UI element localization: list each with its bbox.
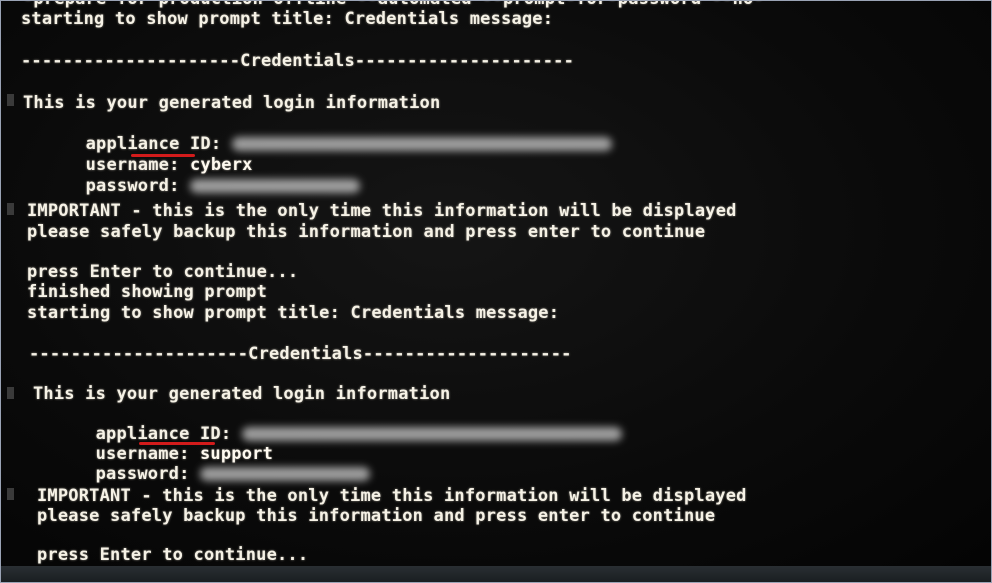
backup-notice: please safely backup this information an… — [27, 222, 706, 242]
press-enter-line: press Enter to continue... — [27, 262, 299, 282]
redacted-password-2 — [199, 467, 370, 481]
password-label: password: — [85, 176, 190, 196]
line-marker — [7, 488, 14, 500]
line-marker — [7, 387, 14, 399]
monitor-bezel — [1, 566, 991, 582]
credentials-separator: ---------------------Credentials--------… — [21, 51, 575, 71]
line-marker — [7, 203, 14, 215]
status-line-2: starting to show prompt title: Credentia… — [27, 303, 560, 323]
info-heading-2: This is your generated login information — [33, 384, 451, 404]
photo-frame: -prepare for production offline --automa… — [0, 0, 992, 583]
press-enter-line-2: press Enter to continue... — [37, 545, 309, 565]
password-label-2: password: — [95, 464, 200, 484]
status-line: starting to show prompt title: Credentia… — [21, 9, 554, 29]
redacted-appliance-id-2 — [241, 427, 622, 441]
line-marker — [7, 94, 14, 106]
important-notice-2: IMPORTANT - this is the only time this i… — [37, 486, 747, 506]
credentials-separator-2: ---------------------Credentials--------… — [29, 344, 572, 364]
info-heading: This is your generated login information — [23, 93, 441, 113]
important-notice: IMPORTANT - this is the only time this i… — [27, 201, 737, 221]
backup-notice-2: please safely backup this information an… — [37, 506, 716, 526]
finished-line: finished showing prompt — [27, 282, 268, 302]
command-line-fragment: -prepare for production offline --automa… — [23, 1, 764, 9]
redacted-appliance-id — [231, 137, 612, 151]
terminal-screen: -prepare for production offline --automa… — [1, 1, 991, 566]
redacted-password — [189, 179, 360, 193]
